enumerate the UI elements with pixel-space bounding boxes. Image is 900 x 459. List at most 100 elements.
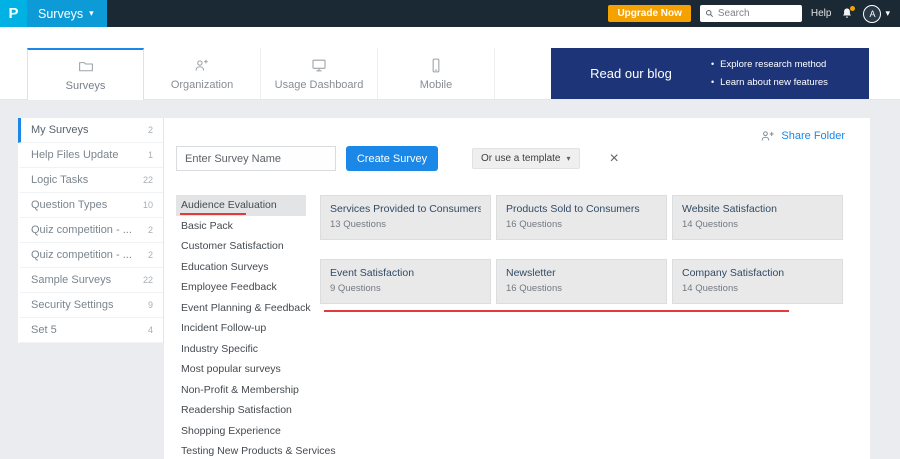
category-item[interactable]: Incident Follow-up bbox=[176, 318, 306, 339]
close-icon[interactable]: × bbox=[610, 150, 619, 167]
template-title: Products Sold to Consumers bbox=[506, 203, 640, 215]
annotation-underline bbox=[180, 212, 246, 215]
people-add-icon bbox=[195, 59, 208, 71]
brand-area: P Surveys ▾ bbox=[0, 0, 107, 27]
sidebar-item-security-settings[interactable]: Security Settings 9 bbox=[18, 293, 163, 318]
sidebar-item-quiz-competition-2[interactable]: Quiz competition - ... 2 bbox=[18, 243, 163, 268]
person-add-icon bbox=[762, 131, 775, 141]
folder-label: Help Files Update bbox=[31, 149, 119, 161]
sidebar-item-set-5[interactable]: Set 5 4 bbox=[18, 318, 163, 343]
template-dropdown-label: Or use a template bbox=[481, 153, 561, 164]
template-cards: Services Provided to Consumers 13 Questi… bbox=[320, 195, 843, 459]
folder-count: 10 bbox=[142, 200, 153, 210]
category-item[interactable]: Customer Satisfaction bbox=[176, 236, 306, 257]
folder-label: Set 5 bbox=[31, 324, 57, 336]
topbar: P Surveys ▾ Upgrade Now Help A ▾ bbox=[0, 0, 900, 27]
annotation-red-line bbox=[324, 310, 789, 312]
survey-name-input[interactable] bbox=[176, 146, 336, 171]
blog-banner[interactable]: Read our blog Explore research method Le… bbox=[551, 48, 869, 99]
main-area: My Surveys 2 Help Files Update 1 Logic T… bbox=[0, 100, 900, 459]
category-item[interactable]: Most popular surveys bbox=[176, 359, 306, 380]
sidebar-item-help-files-update[interactable]: Help Files Update 1 bbox=[18, 143, 163, 168]
chevron-down-icon: ▾ bbox=[566, 153, 571, 163]
share-folder-button[interactable]: Share Folder bbox=[760, 128, 845, 144]
folder-count: 9 bbox=[147, 300, 153, 310]
help-link[interactable]: Help bbox=[811, 8, 832, 19]
topbar-surveys-menu[interactable]: Surveys ▾ bbox=[27, 0, 107, 27]
tab-usage-dashboard[interactable]: Usage Dashboard bbox=[261, 48, 378, 99]
share-folder-label: Share Folder bbox=[781, 130, 845, 142]
notifications-bell-icon[interactable] bbox=[840, 5, 856, 22]
category-item-selected[interactable]: Audience Evaluation bbox=[176, 195, 306, 216]
app-logo[interactable]: P bbox=[0, 0, 27, 27]
folder-icon bbox=[78, 62, 93, 72]
category-item[interactable]: Testing New Products & Services bbox=[176, 441, 336, 459]
template-question-count: 16 Questions bbox=[506, 283, 562, 294]
template-card[interactable]: Company Satisfaction 14 Questions bbox=[672, 259, 843, 304]
template-title: Website Satisfaction bbox=[682, 203, 777, 215]
tab-organization[interactable]: Organization bbox=[144, 48, 261, 99]
category-item[interactable]: Readership Satisfaction bbox=[176, 400, 306, 421]
template-card[interactable]: Products Sold to Consumers 16 Questions bbox=[496, 195, 667, 240]
blog-bullet: Explore research method bbox=[711, 59, 828, 70]
folder-label: Logic Tasks bbox=[31, 174, 89, 186]
topbar-right: Upgrade Now Help A ▾ bbox=[608, 0, 900, 27]
blog-bullets: Explore research method Learn about new … bbox=[711, 59, 828, 88]
template-title: Event Satisfaction bbox=[330, 267, 415, 279]
folder-count: 22 bbox=[142, 275, 153, 285]
notification-badge bbox=[850, 5, 856, 11]
template-question-count: 14 Questions bbox=[682, 219, 738, 230]
template-categories: Audience Evaluation Basic Pack Customer … bbox=[176, 195, 336, 459]
template-title: Services Provided to Consumers bbox=[330, 203, 481, 215]
account-menu[interactable]: A ▾ bbox=[863, 4, 890, 23]
folder-count: 1 bbox=[147, 150, 153, 160]
tab-label: Usage Dashboard bbox=[274, 78, 364, 91]
topbar-surveys-label: Surveys bbox=[38, 6, 84, 21]
create-survey-button[interactable]: Create Survey bbox=[346, 146, 438, 171]
category-item[interactable]: Employee Feedback bbox=[176, 277, 306, 298]
folder-label: My Surveys bbox=[31, 124, 89, 136]
folder-label: Security Settings bbox=[31, 299, 114, 311]
mobile-icon bbox=[432, 58, 440, 72]
template-card[interactable]: Website Satisfaction 14 Questions bbox=[672, 195, 843, 240]
template-question-count: 13 Questions bbox=[330, 219, 386, 230]
folder-label: Quiz competition - ... bbox=[31, 249, 132, 261]
template-card[interactable]: Event Satisfaction 9 Questions bbox=[320, 259, 491, 304]
folder-count: 4 bbox=[147, 325, 153, 335]
category-item[interactable]: Shopping Experience bbox=[176, 421, 306, 442]
sidebar-item-quiz-competition-1[interactable]: Quiz competition - ... 2 bbox=[18, 218, 163, 243]
create-survey-row: Create Survey Or use a template ▾ × bbox=[176, 146, 870, 171]
content-toolbar: Share Folder bbox=[176, 118, 870, 144]
avatar: A bbox=[863, 4, 882, 23]
upgrade-now-button[interactable]: Upgrade Now bbox=[608, 5, 691, 22]
category-item[interactable]: Non-Profit & Membership bbox=[176, 380, 306, 401]
category-item[interactable]: Basic Pack bbox=[176, 216, 306, 237]
tab-surveys[interactable]: Surveys bbox=[27, 48, 144, 100]
template-dropdown[interactable]: Or use a template ▾ bbox=[472, 148, 580, 169]
folder-count: 22 bbox=[142, 175, 153, 185]
search-input[interactable] bbox=[717, 8, 797, 19]
monitor-icon bbox=[312, 59, 326, 71]
folder-label: Quiz competition - ... bbox=[31, 224, 132, 236]
folder-count: 2 bbox=[147, 250, 153, 260]
folder-label: Sample Surveys bbox=[31, 274, 112, 286]
category-item[interactable]: Education Surveys bbox=[176, 257, 306, 278]
template-card[interactable]: Newsletter 16 Questions bbox=[496, 259, 667, 304]
folder-label: Question Types bbox=[31, 199, 108, 211]
chevron-down-icon: ▾ bbox=[89, 8, 94, 18]
search-box[interactable] bbox=[699, 5, 802, 22]
sidebar-item-question-types[interactable]: Question Types 10 bbox=[18, 193, 163, 218]
category-item[interactable]: Event Planning & Feedback bbox=[176, 298, 311, 319]
category-item[interactable]: Industry Specific bbox=[176, 339, 306, 360]
tab-label: Surveys bbox=[65, 80, 106, 92]
template-question-count: 16 Questions bbox=[506, 219, 562, 230]
chevron-down-icon: ▾ bbox=[885, 8, 890, 18]
sidebar-item-my-surveys[interactable]: My Surveys 2 bbox=[18, 118, 163, 143]
sidebar-item-logic-tasks[interactable]: Logic Tasks 22 bbox=[18, 168, 163, 193]
template-card[interactable]: Services Provided to Consumers 13 Questi… bbox=[320, 195, 491, 240]
search-icon bbox=[705, 10, 713, 18]
tab-mobile[interactable]: Mobile bbox=[378, 48, 495, 99]
folders-sidebar: My Surveys 2 Help Files Update 1 Logic T… bbox=[18, 118, 164, 343]
template-picker: Audience Evaluation Basic Pack Customer … bbox=[176, 195, 870, 459]
sidebar-item-sample-surveys[interactable]: Sample Surveys 22 bbox=[18, 268, 163, 293]
